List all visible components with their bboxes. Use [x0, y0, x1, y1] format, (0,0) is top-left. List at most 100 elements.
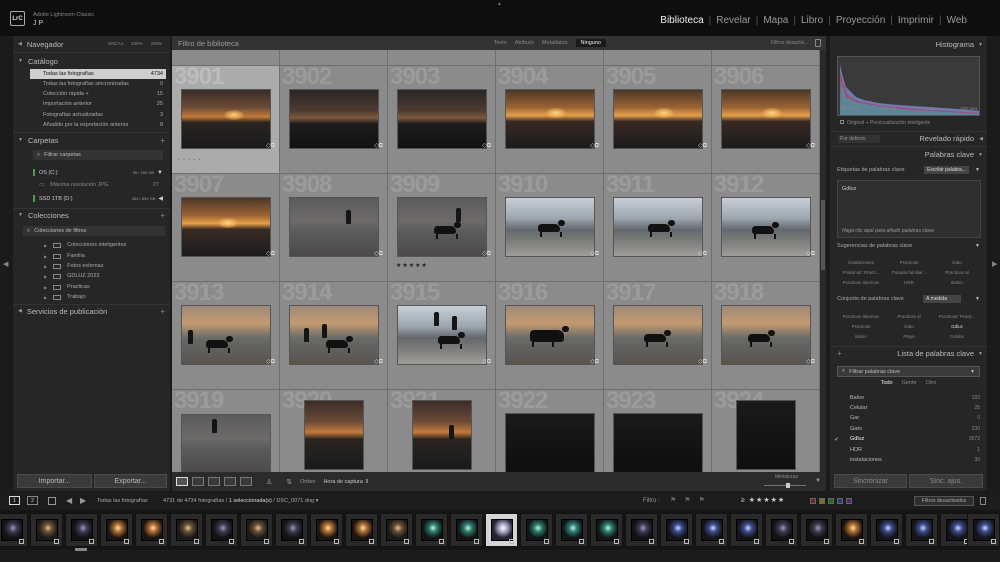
keyword-list-item[interactable]: Gar 0 — [834, 413, 980, 423]
grid-cell[interactable]: ◇⧉ — [280, 50, 388, 66]
checkmark-icon[interactable]: ✓ — [834, 436, 839, 443]
metadata-badge-icon[interactable]: ◇⧉ — [698, 358, 707, 366]
publish-services-header[interactable]: ◀ Servicios de publicación + — [13, 304, 170, 318]
metadata-badge-icon[interactable]: ◇⧉ — [590, 250, 599, 258]
folders-header[interactable]: ▼ Carpetas + — [13, 133, 170, 147]
filmstrip-cell[interactable] — [380, 513, 413, 547]
yellow-label-icon[interactable] — [819, 498, 825, 504]
grid-cell[interactable]: 3911 ◇⧉ — [604, 174, 712, 282]
filmstrip-cell[interactable] — [835, 513, 868, 547]
catalog-row-previous-import[interactable]: Importación anterior 25 — [30, 99, 166, 109]
filmstrip-cell[interactable] — [345, 513, 378, 547]
filmstrip-cell[interactable] — [275, 513, 308, 547]
filmstrip-cell[interactable] — [0, 513, 28, 547]
metadata-badge-icon[interactable]: ◇⧉ — [806, 142, 815, 150]
source-breadcrumb[interactable]: Todas las fotografías — [97, 498, 148, 504]
keyword-tags-textarea[interactable]: Gdluz Haga clic aquí para añadir palabra… — [837, 180, 981, 238]
metadata-badge-icon[interactable]: ◇⧉ — [698, 250, 707, 258]
collection-gdluz-2023[interactable]: ▶ GDLUZ 2023 — [44, 271, 144, 281]
grid-cell[interactable]: 3915 ◇⧉ — [388, 282, 496, 390]
keyword-list-item[interactable]: HDR 1 — [834, 445, 980, 455]
grid-scrollbar-thumb[interactable] — [821, 200, 825, 270]
keyword-suggestion[interactable]: Practicas — [885, 257, 933, 267]
filmstrip-cell[interactable] — [625, 513, 658, 547]
grid-cell[interactable]: 3910 ◇⧉ — [496, 174, 604, 282]
catalog-row-updated[interactable]: Fotografías actualizadas 3 — [30, 110, 166, 120]
keyword-list-item[interactable]: instalaciones 30 — [834, 455, 980, 465]
catalog-header[interactable]: ▼ Catálogo — [13, 54, 170, 68]
module-mapa[interactable]: Mapa — [763, 15, 788, 26]
zoom-fit-option[interactable]: ENCAJ — [108, 41, 123, 46]
sync-settings-button[interactable]: Sinc. ajus. — [909, 474, 983, 488]
collapse-icon[interactable]: ▼ — [157, 170, 163, 176]
metadata-badge-icon[interactable]: ◇⧉ — [266, 358, 275, 366]
keyword-suggestions-header[interactable]: Sugerencias de palabras clave ▼ — [834, 241, 983, 251]
navigator-header[interactable]: ◀ Navegador ENCAJ 100% 200% — [13, 37, 170, 51]
metadata-badge-icon[interactable]: ◇⧉ — [374, 142, 383, 150]
metadata-badge-icon[interactable]: ◇⧉ — [590, 142, 599, 150]
forward-arrow-icon[interactable]: ▶ — [80, 496, 86, 505]
filmstrip-scrollbar-thumb[interactable] — [75, 548, 87, 551]
metadata-badge-icon[interactable]: ◇⧉ — [482, 358, 491, 366]
keyword-set-item-active[interactable]: Gdluz — [933, 321, 981, 331]
keyword-list-item-checked[interactable]: ✓ Gdluz 3972 — [834, 434, 980, 444]
filmstrip-cell[interactable] — [100, 513, 133, 547]
zoom-200-option[interactable]: 200% — [150, 41, 162, 46]
filmstrip-cell[interactable] — [205, 513, 238, 547]
module-revelar[interactable]: Revelar — [716, 15, 750, 26]
grid-cell[interactable]: ◇⧉ — [496, 50, 604, 66]
thumbnail-size-slider[interactable] — [764, 485, 806, 486]
grid-cell[interactable]: 3906 ◇⧉ — [712, 66, 820, 174]
filter-attribute-option[interactable]: Atributo — [515, 40, 534, 46]
drive-c[interactable]: OS (C:) 95 / 455 GB ▼ — [33, 167, 163, 178]
filmstrip-cell[interactable] — [660, 513, 693, 547]
keyword-suggestion[interactable]: Baloo — [933, 277, 981, 287]
grid-cell[interactable]: ◇⧉ — [172, 50, 280, 66]
grid-cell[interactable]: 3918 ◇⧉ — [712, 282, 820, 390]
grid-cell[interactable]: 3904 ◇⧉ — [496, 66, 604, 174]
keyword-suggestion[interactable]: Practicas" Practi... — [837, 267, 885, 277]
grid-cell[interactable]: ◇⧉ — [712, 50, 820, 66]
expand-icon[interactable]: ▼ — [975, 296, 980, 302]
filmstrip[interactable] — [0, 510, 1000, 550]
keyword-suggestion[interactable]: Practicas alumnos — [837, 277, 885, 287]
keyword-suggestion[interactable]: Posada familiar... — [885, 267, 933, 277]
grid-view-button[interactable] — [176, 477, 188, 486]
flag-filter-icons[interactable]: ⚑ ⚑ ⚑ — [670, 496, 708, 504]
drive-d[interactable]: SSD 1TB (D:) 364 / 894 GB ◀ — [33, 193, 163, 204]
grid-icon[interactable] — [48, 497, 56, 505]
sort-order-select[interactable]: Hora de captura ⇕ — [323, 479, 369, 485]
filmstrip-cell[interactable] — [135, 513, 168, 547]
folder-filter-input[interactable]: ⌕ Filtrar carpetas — [33, 150, 163, 160]
tab-other[interactable]: Otro — [926, 380, 937, 386]
keyword-set-item[interactable]: Baloo — [837, 331, 885, 341]
grid-cell[interactable]: 3923 — [604, 390, 712, 472]
keyword-suggestion[interactable]: HDR — [885, 277, 933, 287]
left-panel-toggle-icon[interactable]: ◀ — [3, 260, 8, 268]
grid-cell[interactable]: 3922 — [496, 390, 604, 472]
rating-stars[interactable]: • • • • • — [178, 157, 201, 163]
tab-all[interactable]: Todo — [881, 380, 893, 386]
collection-filter-input[interactable]: ⌕ Colecciones de filtros — [23, 226, 165, 236]
keyword-list-header[interactable]: + Lista de palabras clave ▼ — [830, 347, 987, 360]
collections-header[interactable]: ▼ Colecciones + — [13, 208, 170, 222]
metadata-badge-icon[interactable]: ◇⧉ — [806, 358, 815, 366]
metadata-badge-icon[interactable]: ◇⧉ — [374, 358, 383, 366]
keyword-list-item[interactable]: Gato 230 — [834, 424, 980, 434]
grid-cell[interactable]: 3914 ◇⧉ — [280, 282, 388, 390]
metadata-badge-icon[interactable]: ◇⧉ — [482, 250, 491, 258]
filmstrip-cell-selected[interactable] — [485, 513, 518, 547]
red-label-icon[interactable] — [810, 498, 816, 504]
quick-develop-preset-select[interactable]: Por defecto — [838, 134, 880, 143]
keyword-set-item[interactable]: Practicas" Practi... — [933, 311, 981, 321]
add-publish-service-icon[interactable]: + — [160, 307, 165, 316]
grid-cell[interactable]: 3921 — [388, 390, 496, 472]
module-biblioteca[interactable]: Biblioteca — [660, 15, 703, 26]
module-libro[interactable]: Libro — [801, 15, 823, 26]
metadata-badge-icon[interactable]: ◇⧉ — [806, 250, 815, 258]
user-name[interactable]: J P — [33, 20, 43, 27]
grid-cell-selected[interactable]: 3901 ◇⧉ • • • • • — [172, 66, 280, 174]
keyword-tags-mode-select[interactable]: Escribir palabra... — [924, 166, 969, 174]
grid-cell[interactable]: 3913 ◇⧉ — [172, 282, 280, 390]
lock-icon[interactable] — [815, 39, 821, 47]
